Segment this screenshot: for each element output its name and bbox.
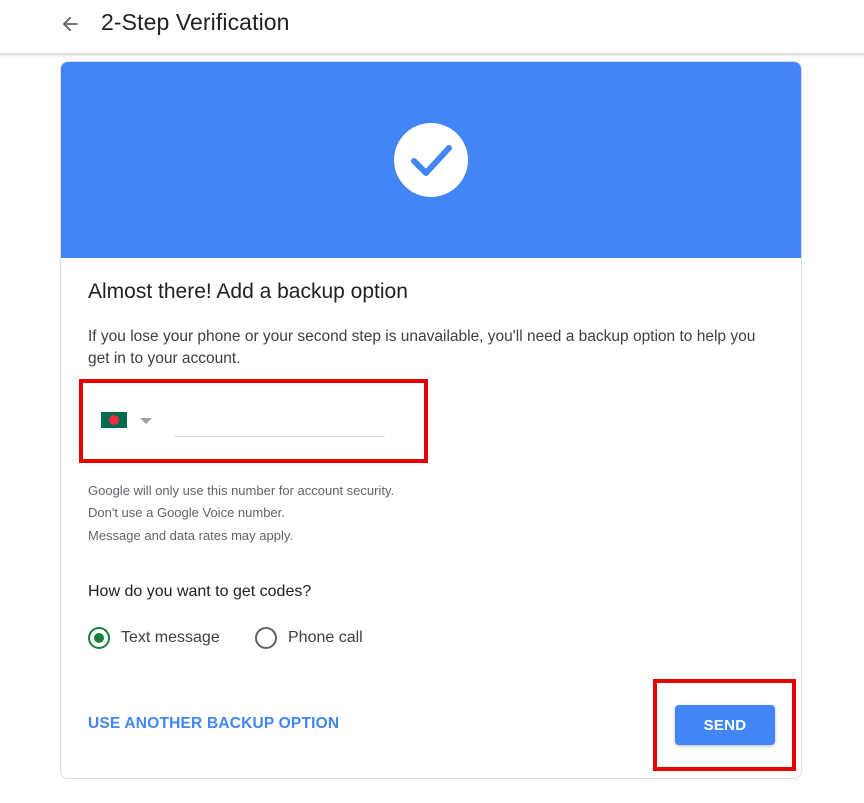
phone-number-input[interactable] bbox=[174, 409, 385, 437]
bangladesh-flag-icon[interactable] bbox=[101, 412, 127, 428]
checkmark-badge bbox=[394, 123, 468, 197]
note-security: Google will only use this number for acc… bbox=[88, 483, 395, 498]
top-bar: 2-Step Verification bbox=[0, 0, 864, 54]
card-heading: Almost there! Add a backup option bbox=[88, 280, 408, 303]
arrow-back-icon bbox=[62, 16, 78, 32]
send-button[interactable]: SEND bbox=[675, 705, 775, 745]
radio-button-unchecked[interactable] bbox=[255, 627, 277, 649]
card-banner bbox=[61, 62, 801, 258]
radio-button-checked[interactable] bbox=[88, 627, 110, 649]
radio-label-text-message: Text message bbox=[121, 629, 220, 646]
radio-phone-call[interactable]: Phone call bbox=[255, 626, 363, 650]
phone-number-row bbox=[101, 409, 401, 439]
backup-option-card: Almost there! Add a backup option If you… bbox=[60, 61, 802, 779]
caret-down-icon[interactable] bbox=[140, 418, 152, 424]
radio-text-message[interactable]: Text message bbox=[88, 626, 220, 650]
back-button[interactable] bbox=[56, 10, 84, 38]
note-google-voice: Don't use a Google Voice number. bbox=[88, 505, 285, 520]
card-description: If you lose your phone or your second st… bbox=[88, 328, 756, 367]
codes-question: How do you want to get codes? bbox=[88, 583, 312, 600]
radio-label-phone-call: Phone call bbox=[288, 629, 363, 646]
use-another-backup-option-link[interactable]: USE ANOTHER BACKUP OPTION bbox=[88, 715, 339, 733]
note-rates: Message and data rates may apply. bbox=[88, 528, 293, 543]
checkmark-icon bbox=[411, 145, 452, 176]
page-title: 2-Step Verification bbox=[101, 9, 290, 35]
